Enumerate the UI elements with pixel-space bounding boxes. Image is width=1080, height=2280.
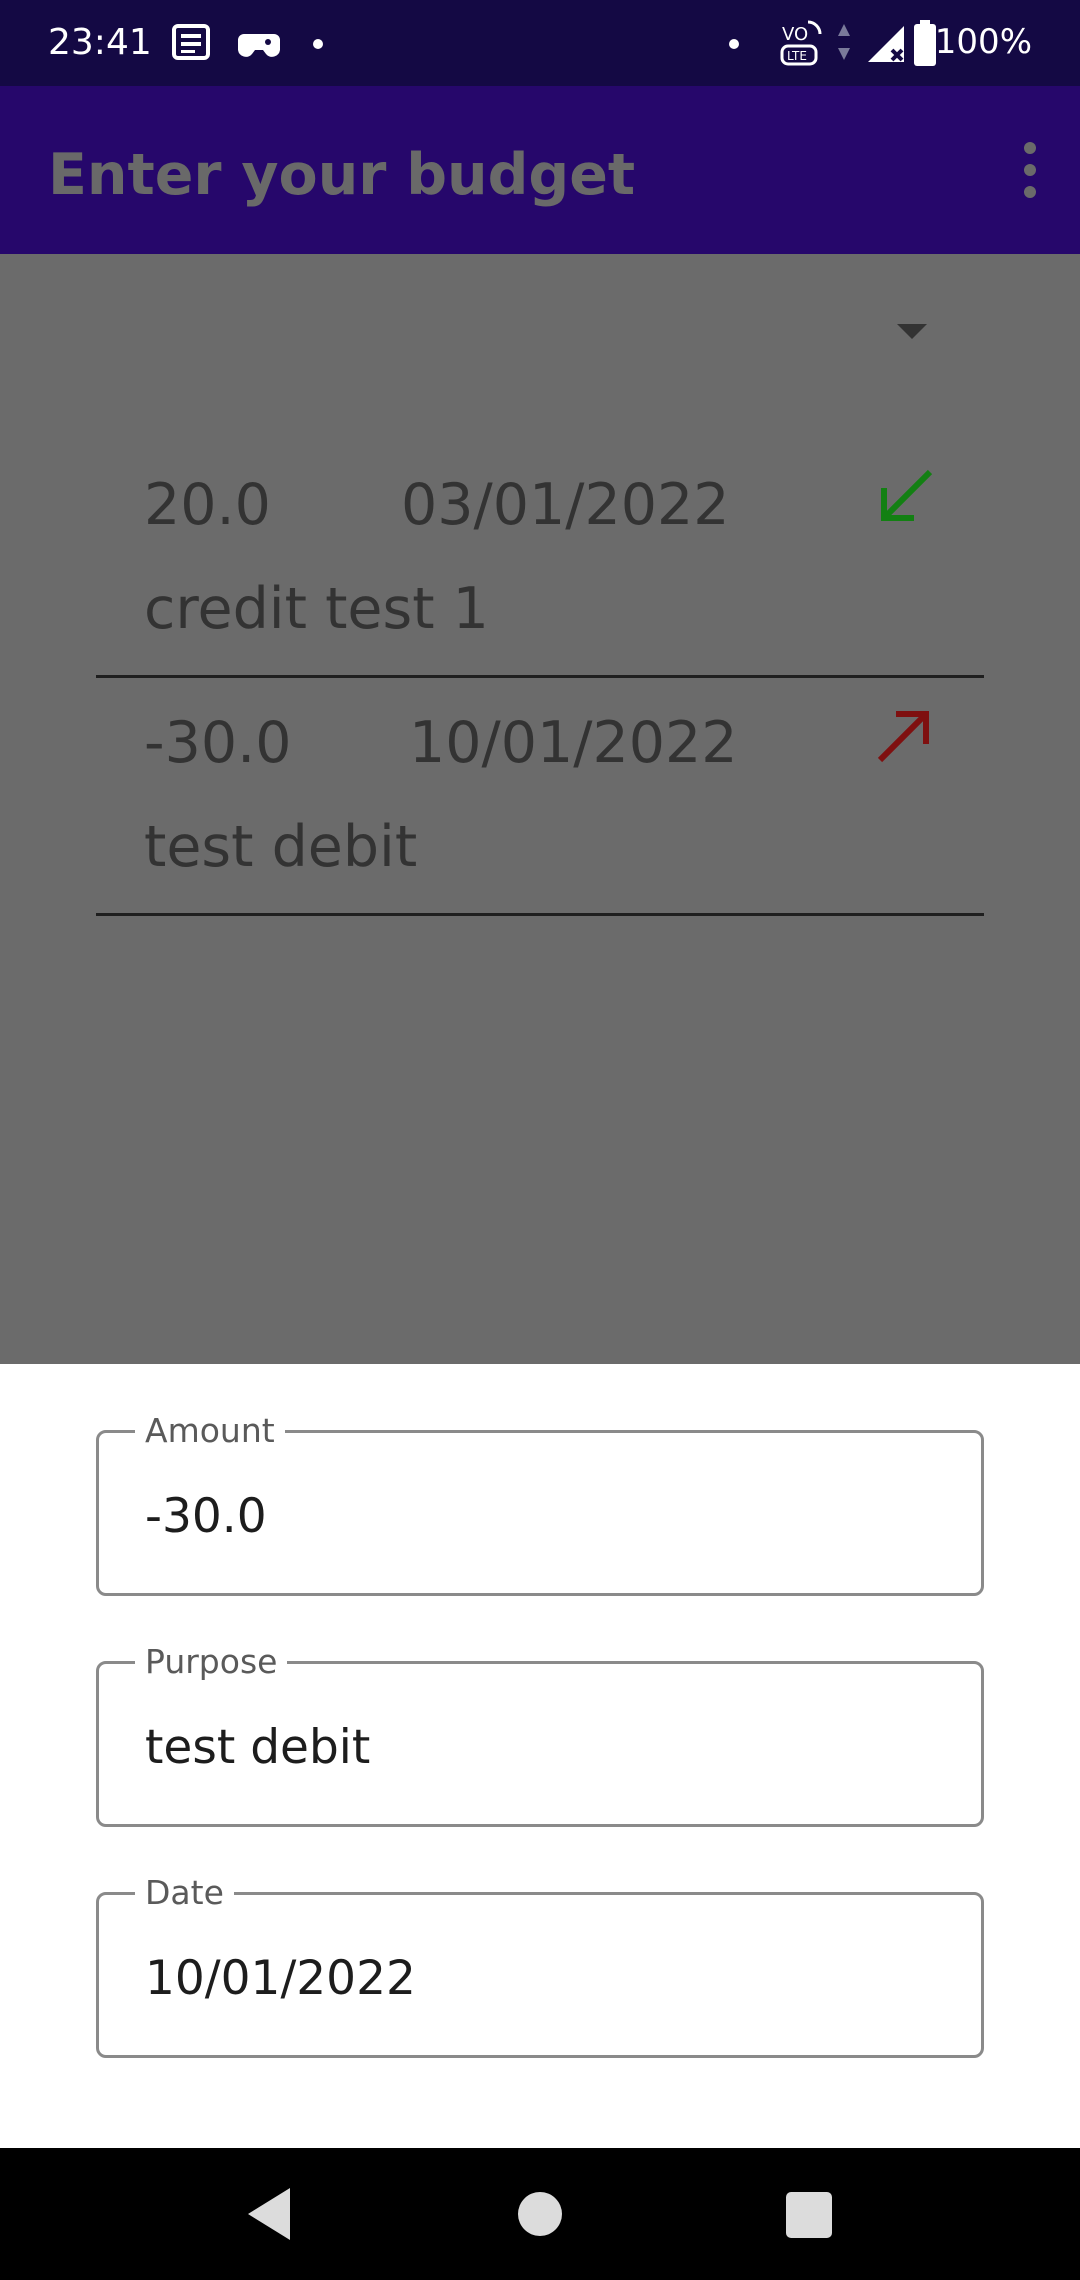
dot-icon (729, 39, 739, 49)
transaction-purpose: test debit (144, 814, 418, 880)
dot-icon (313, 39, 323, 49)
dropdown-arrow-icon[interactable] (897, 324, 927, 339)
status-bar: 23:41 VO LTE 100% (0, 0, 1080, 86)
transaction-purpose: credit test 1 (144, 576, 489, 642)
edit-transaction-sheet: Amount -30.0 Purpose test debit Date 10/… (0, 1364, 1080, 2148)
transaction-list-area: 20.0 03/01/2022 credit test 1 -30.0 10/0… (0, 254, 1080, 1364)
date-field[interactable]: Date 10/01/2022 (96, 1873, 984, 2058)
back-icon[interactable] (248, 2188, 290, 2240)
amount-field[interactable]: Amount -30.0 (96, 1411, 984, 1596)
game-controller-icon (238, 34, 280, 57)
arrow-down-left-icon (881, 469, 933, 521)
data-arrows-icon (838, 24, 850, 60)
purpose-input[interactable]: test debit (145, 1720, 370, 1775)
amount-label: Amount (135, 1411, 285, 1450)
navigation-bar (0, 2148, 1080, 2280)
svg-text:LTE: LTE (787, 49, 807, 63)
svg-text:VO: VO (782, 24, 808, 45)
transaction-row[interactable]: 20.0 03/01/2022 credit test 1 (96, 442, 984, 678)
more-vert-icon[interactable] (1010, 142, 1050, 198)
page-title: Enter your budget (48, 142, 636, 208)
home-icon[interactable] (518, 2192, 562, 2236)
recents-icon[interactable] (786, 2192, 832, 2238)
arrow-up-right-icon (877, 711, 929, 763)
transaction-amount: 20.0 (144, 472, 271, 538)
app-bar: Enter your budget (0, 86, 1080, 254)
battery-percentage: 100% (934, 22, 1032, 62)
purpose-field[interactable]: Purpose test debit (96, 1642, 984, 1827)
date-input[interactable]: 10/01/2022 (145, 1951, 416, 2006)
amount-input[interactable]: -30.0 (145, 1489, 267, 1544)
transaction-amount: -30.0 (144, 710, 292, 776)
transaction-date: 10/01/2022 (409, 710, 738, 776)
status-time: 23:41 (48, 22, 152, 63)
date-label: Date (135, 1873, 234, 1912)
transaction-row[interactable]: -30.0 10/01/2022 test debit (96, 680, 984, 916)
signal-icon (868, 26, 904, 62)
news-icon (172, 24, 210, 60)
volte-icon: VO LTE (780, 20, 822, 66)
purpose-label: Purpose (135, 1642, 288, 1681)
transaction-date: 03/01/2022 (401, 472, 730, 538)
